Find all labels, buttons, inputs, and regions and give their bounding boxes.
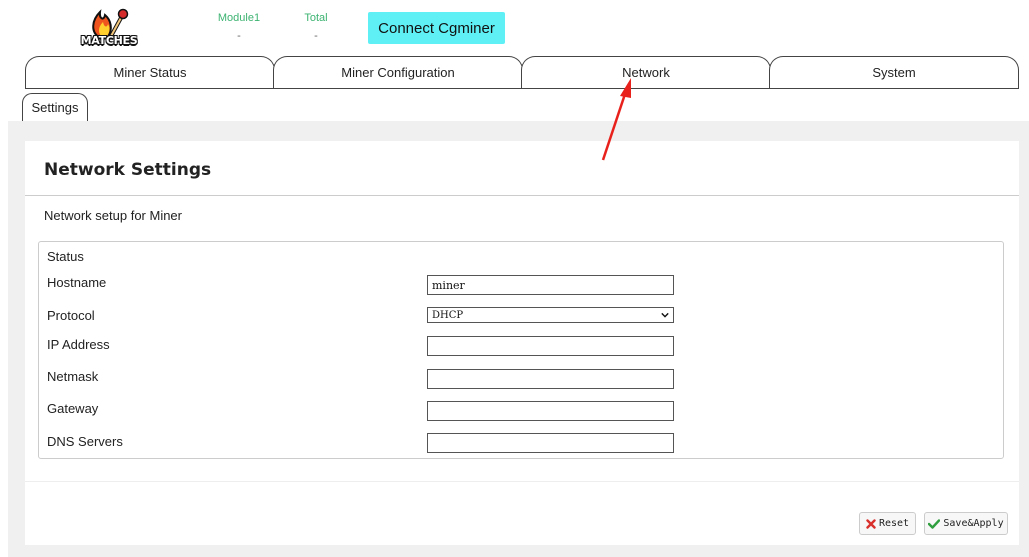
- tab-network[interactable]: Network: [521, 56, 771, 88]
- network-settings-panel: Network Settings Network setup for Miner…: [25, 141, 1019, 545]
- netmask-label: Netmask: [47, 369, 99, 384]
- save-apply-button[interactable]: Save&Apply: [924, 512, 1008, 535]
- ip-address-label: IP Address: [47, 337, 110, 352]
- save-apply-label: Save&Apply: [943, 518, 1004, 529]
- tab-system[interactable]: System: [769, 56, 1019, 88]
- gateway-label: Gateway: [47, 401, 99, 416]
- chevron-down-icon: [661, 312, 669, 318]
- dns-servers-label: DNS Servers: [47, 434, 123, 449]
- stat-value: -: [314, 30, 318, 42]
- header: MATCHES Module1 - Total - Connect Cgmine…: [0, 0, 1029, 56]
- dns-servers-input[interactable]: [427, 433, 674, 453]
- stat-value: -: [237, 30, 241, 42]
- stat-label: Total: [304, 12, 328, 24]
- stat-label: Module1: [217, 12, 261, 24]
- footer-divider: [25, 481, 1019, 482]
- tab-divider: [25, 88, 1019, 89]
- status-fieldset: Status Hostname Protocol DHCP IP Address…: [38, 241, 1004, 459]
- section-legend: Status: [47, 249, 84, 264]
- subtab-settings[interactable]: Settings: [22, 93, 88, 121]
- protocol-selected-value: DHCP: [432, 309, 464, 321]
- page-title: Network Settings: [44, 160, 212, 180]
- x-mark-icon: [866, 518, 876, 529]
- divider: [25, 195, 1019, 196]
- protocol-select[interactable]: DHCP: [427, 307, 674, 323]
- reset-button[interactable]: Reset: [859, 512, 916, 535]
- hostname-label: Hostname: [47, 275, 107, 290]
- tab-miner-status[interactable]: Miner Status: [25, 56, 275, 88]
- stat-module1: Module1 -: [217, 12, 261, 42]
- hostname-input[interactable]: [427, 275, 674, 295]
- connect-cgminer-button[interactable]: Connect Cgminer: [368, 12, 505, 44]
- logo-text: MATCHES: [80, 34, 138, 47]
- matches-logo: MATCHES: [78, 4, 140, 50]
- ip-address-input[interactable]: [427, 336, 674, 356]
- netmask-input[interactable]: [427, 369, 674, 389]
- check-mark-icon: [928, 518, 941, 529]
- protocol-label: Protocol: [47, 308, 95, 323]
- stat-total: Total -: [299, 12, 333, 42]
- reset-label: Reset: [878, 518, 910, 529]
- main-tabs: Miner Status Miner Configuration Network…: [25, 56, 1019, 89]
- gateway-input[interactable]: [427, 401, 674, 421]
- tab-miner-configuration[interactable]: Miner Configuration: [273, 56, 523, 88]
- panel-description: Network setup for Miner: [44, 208, 182, 223]
